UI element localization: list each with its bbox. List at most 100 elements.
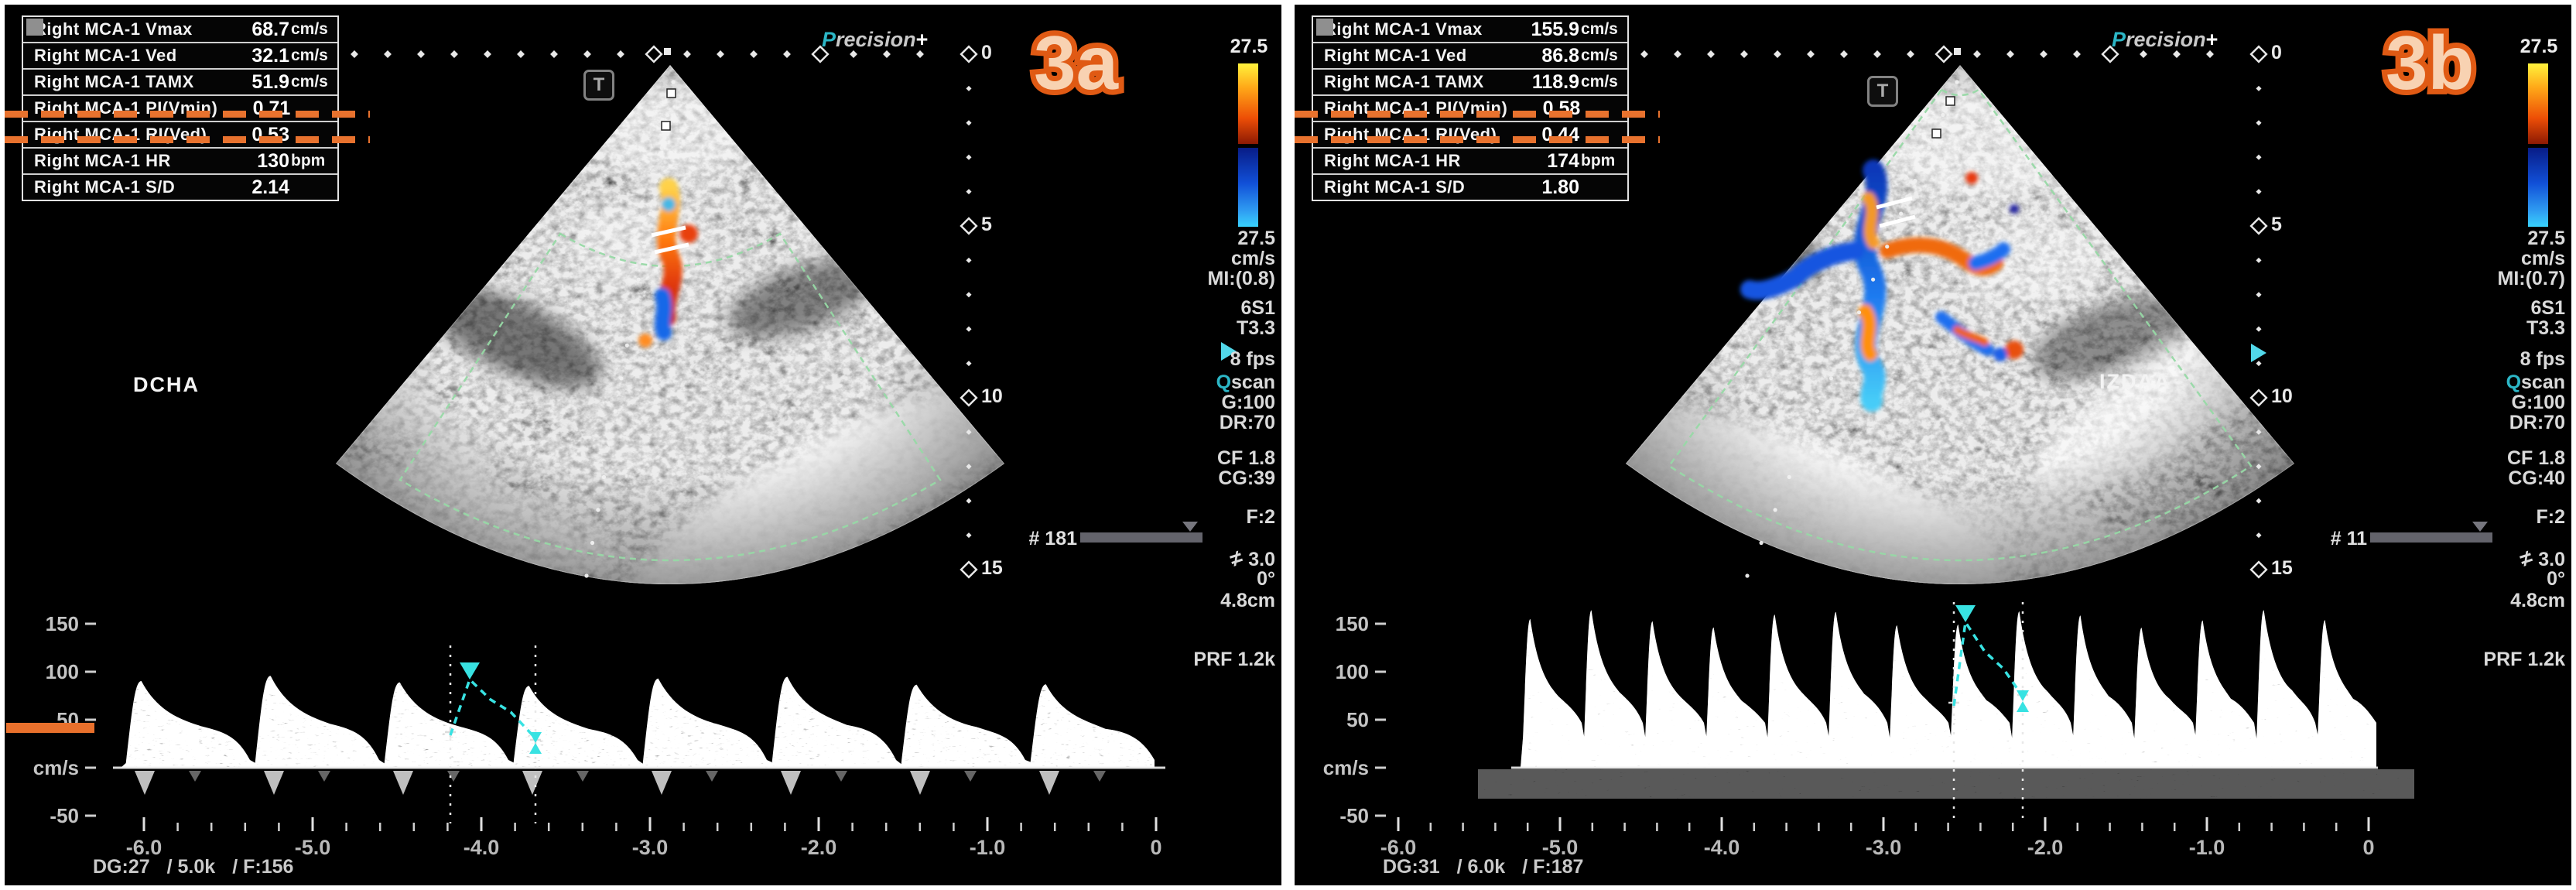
table-row: Right MCA-1 HR174bpm (1313, 147, 1627, 173)
cf-value: CF 1.8 (2507, 447, 2565, 470)
spectral-yaxis: 15010050cm/s-50 (33, 612, 96, 827)
colorbar-cool (1238, 148, 1258, 227)
figure-label: 3b3b (2386, 25, 2474, 101)
depth-label-5: 5 (2271, 214, 2282, 236)
table-row: Right MCA-1 S/D1.80 (1313, 173, 1627, 200)
gate-size-value: 3.0 (1248, 549, 1275, 570)
table-row: Right MCA-1 TAMX118.9cm/s (1313, 68, 1627, 94)
svg-text:150: 150 (1336, 612, 1369, 635)
figure-label: 3a3a (1034, 25, 1118, 101)
highlight-dash-pi (5, 111, 370, 118)
svg-text:-50: -50 (1339, 804, 1369, 827)
highlight-dash-pi (1295, 111, 1660, 118)
cg-value: CG:39 (1218, 467, 1275, 490)
svg-text:50: 50 (1346, 708, 1369, 731)
measure-label: Right MCA-1 HR (23, 151, 215, 171)
bmode-fan (272, 59, 1083, 647)
measure-label: Right MCA-1 TAMX (1313, 72, 1505, 92)
status-bar: DG:31/ 6.0k/ F:187 (1383, 856, 1600, 878)
measure-label: Right MCA-1 Vmax (1313, 19, 1505, 39)
colorbar-warm (1238, 63, 1258, 144)
measure-value: 1.80 (1505, 176, 1579, 199)
table-row: Right MCA-1 S/D2.14 (23, 173, 337, 200)
cine-position-marker[interactable] (1182, 522, 1198, 532)
figure-label-fill: 3b (2386, 20, 2474, 105)
measurement-table: Right MCA-1 Vmax155.9cm/s Right MCA-1 Ve… (1312, 15, 1629, 201)
table-row: Right MCA-1 Ved32.1cm/s (23, 42, 337, 68)
mi-value: MI:(0.7) (2498, 268, 2566, 290)
colorbar-max-label: 27.5 (2514, 36, 2564, 58)
measure-unit: bpm (1579, 152, 1627, 170)
panel-3b: 15010050cm/s-50 -6.0-5.0-4.0-3.0-2.0-1.0… (1295, 5, 2571, 885)
measure-value: 51.9 (215, 71, 289, 94)
svg-text:cm/s: cm/s (33, 756, 79, 779)
spectral-waveform (113, 601, 1165, 795)
spectral-xaxis: -6.0-5.0-4.0-3.0-2.0-1.00 (126, 817, 1162, 859)
gate-depth: 4.8cm (2510, 590, 2565, 612)
measure-unit: cm/s (289, 73, 337, 91)
orientation-marker-icon: T (583, 70, 614, 101)
measure-label: Right MCA-1 S/D (1313, 177, 1505, 197)
table-corner-chip (26, 19, 43, 36)
measure-unit: cm/s (1579, 73, 1627, 91)
measure-label: Right MCA-1 Ved (23, 46, 215, 66)
qscan-label: Qscan (1216, 371, 1275, 394)
prf-value: PRF 1.2k (2483, 649, 2565, 671)
cine-progress-bar[interactable] (2370, 532, 2492, 543)
highlight-dash-ri (1295, 136, 1660, 143)
svg-text:cm/s: cm/s (1323, 756, 1369, 779)
cg-value: CG:40 (2508, 467, 2565, 490)
measure-label: Right MCA-1 Vmax (23, 19, 215, 39)
angle-value: 0° (2547, 568, 2565, 590)
colorbar-unit: cm/s (1231, 248, 1275, 270)
spectral-waveform (1511, 601, 2386, 797)
depth-label-10: 10 (981, 385, 1003, 408)
table-row: Right MCA-1 Ved86.8cm/s (1313, 42, 1627, 68)
depth-label-10: 10 (2271, 385, 2293, 408)
measure-value: 2.14 (215, 176, 289, 199)
svg-text:-2.0: -2.0 (801, 836, 837, 859)
status-dg: DG:27 (93, 856, 150, 878)
measure-unit: cm/s (1579, 46, 1627, 65)
sample-gate-icon: ≠ (2516, 545, 2536, 572)
measure-value: 130 (215, 150, 289, 173)
colorbar-min-label: 27.5 (2527, 228, 2565, 250)
colorbar-max-label: 27.5 (1224, 36, 1274, 58)
frame-rate: 8 fps (2520, 348, 2565, 371)
qscan-rest: scan (1231, 371, 1275, 393)
depth-ruler (961, 46, 977, 577)
vessel-side-label: DCHA (133, 373, 200, 397)
cine-position-marker[interactable] (2472, 522, 2488, 532)
probe-name: 6S1 (1241, 297, 1275, 320)
probe-name: 6S1 (2531, 297, 2565, 320)
gain-value: G:100 (2512, 392, 2565, 414)
table-corner-chip (1316, 19, 1333, 36)
svg-text:-3.0: -3.0 (1866, 836, 1902, 859)
brand-rest: recision (836, 28, 916, 51)
qscan-rest: scan (2521, 371, 2565, 393)
svg-text:-1.0: -1.0 (970, 836, 1006, 859)
gate-size-value: 3.0 (2538, 549, 2565, 570)
measurement-table: Right MCA-1 Vmax68.7cm/s Right MCA-1 Ved… (22, 15, 339, 201)
measure-value: 86.8 (1505, 45, 1579, 67)
svg-text:100: 100 (46, 660, 79, 683)
brand-plus: + (2206, 28, 2219, 51)
thermal-index: T3.3 (1237, 317, 1275, 340)
table-row: Right MCA-1 HR130bpm (23, 147, 337, 173)
cine-progress-bar[interactable] (1080, 532, 1202, 543)
dynamic-range: DR:70 (2509, 412, 2565, 434)
svg-text:0: 0 (1150, 836, 1161, 859)
measure-label: Right MCA-1 HR (1313, 151, 1505, 171)
measure-label: Right MCA-1 Ved (1313, 46, 1505, 66)
svg-text:-50: -50 (50, 804, 79, 827)
measure-unit: cm/s (1579, 20, 1627, 39)
wave-blips (135, 771, 1106, 795)
filter-value: F:2 (1247, 506, 1276, 529)
panel-3a: 15010050cm/s-50 -6.0-5.0-4.0-3.0-2.0-1.0… (5, 5, 1281, 885)
dynamic-range: DR:70 (1220, 412, 1275, 434)
depth-ruler (2251, 46, 2266, 577)
wave-blips (1521, 771, 2372, 797)
color-scale-bar (1238, 63, 1258, 227)
brand-p: P (2112, 28, 2126, 51)
status-f: / F:187 (1522, 856, 1583, 878)
